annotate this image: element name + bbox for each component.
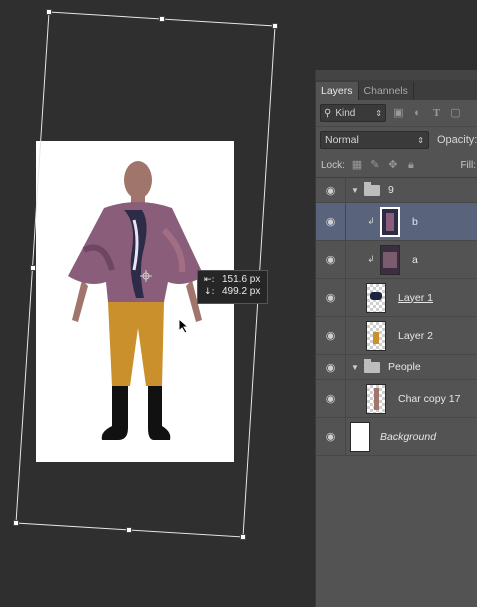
layer-background[interactable]: ◉ Background (316, 418, 477, 456)
layer-b[interactable]: ◉ ↲ b (316, 203, 477, 241)
clipping-mask-icon: ↲ (367, 216, 375, 226)
filter-type-layers-icon[interactable]: T (430, 107, 443, 120)
filter-shape-layers-icon[interactable]: ▢ (449, 107, 462, 120)
transform-handle-bottom-middle[interactable] (126, 527, 132, 533)
layer-name: Layer 1 (398, 291, 434, 304)
panel-tabs: Layers Channels (316, 80, 477, 100)
eye-icon[interactable]: ◉ (316, 178, 346, 202)
filter-kind-label: Kind (335, 107, 356, 119)
eye-icon[interactable]: ◉ (316, 279, 346, 316)
expand-arrow-icon[interactable]: ▼ (350, 363, 360, 372)
filter-kind-select[interactable]: ⚲ Kind ⇕ (320, 104, 386, 122)
layer-thumbnail (380, 206, 400, 237)
layer-thumbnail (366, 282, 386, 313)
transform-handle-top-left[interactable] (46, 9, 52, 15)
transform-size-tooltip: ⇤: 151.6 px ↓: 499.2 px (197, 270, 268, 304)
tab-layers[interactable]: Layers (316, 82, 359, 100)
layer-thumbnail (366, 320, 386, 351)
layers-list: ◉ ▼ 9 ◉ ↲ b ◉ ↲ a ◉ Layer 1 ◉ Layer 2 ◉ … (316, 178, 477, 456)
blend-mode-label: Normal (325, 134, 359, 146)
lock-transparent-pixels-icon[interactable]: ▦ (351, 159, 363, 171)
lock-image-pixels-icon[interactable]: ✎ (369, 159, 381, 171)
eye-icon[interactable]: ◉ (316, 317, 346, 354)
layer-name: People (388, 361, 421, 373)
layer-name: a (412, 253, 418, 266)
layer-filter-row: ⚲ Kind ⇕ ▣ ◐ T ▢ (316, 100, 477, 127)
transform-handle-bottom-right[interactable] (240, 534, 246, 540)
transform-handle-top-right[interactable] (272, 23, 278, 29)
height-arrow-icon: ↓: (204, 287, 215, 297)
eye-icon[interactable]: ◉ (316, 355, 346, 379)
layer-char-copy-17[interactable]: ◉ Char copy 17 (316, 380, 477, 418)
layer-group-people[interactable]: ◉ ▼ People (316, 355, 477, 380)
eye-icon[interactable]: ◉ (316, 241, 346, 278)
updown-arrows-icon: ⇕ (375, 108, 382, 118)
tooltip-height-value: 499.2 px (222, 286, 261, 297)
layer-a[interactable]: ◉ ↲ a (316, 241, 477, 279)
width-arrow-icon: ⇤: (204, 275, 215, 285)
eye-icon[interactable]: ◉ (316, 418, 346, 455)
character-figure[interactable] (64, 160, 214, 450)
lock-position-icon[interactable]: ✥ (387, 159, 399, 171)
tooltip-width-value: 151.6 px (222, 274, 261, 285)
layer-group-9[interactable]: ◉ ▼ 9 (316, 178, 477, 203)
layer-layer-1[interactable]: ◉ Layer 1 (316, 279, 477, 317)
panel-header-bar (316, 70, 477, 80)
layer-thumbnail (366, 383, 386, 414)
layer-name: Char copy 17 (398, 392, 461, 405)
layer-name: 9 (388, 184, 394, 196)
expand-arrow-icon[interactable]: ▼ (350, 186, 360, 195)
folder-icon (364, 181, 380, 196)
transform-handle-middle-left[interactable] (30, 265, 36, 271)
fill-label: Fill: (460, 159, 476, 171)
clipping-mask-icon: ↲ (367, 254, 375, 264)
tab-channels[interactable]: Channels (359, 82, 414, 100)
transform-handle-bottom-left[interactable] (13, 520, 19, 526)
filter-pixel-layers-icon[interactable]: ▣ (392, 107, 405, 120)
lock-all-icon[interactable]: 🔒︎ (405, 159, 417, 171)
layer-name: b (412, 215, 418, 228)
layers-panel: Layers Channels ⚲ Kind ⇕ ▣ ◐ T ▢ Normal … (315, 70, 477, 607)
layer-thumbnail (350, 421, 370, 452)
layer-name: Background (380, 430, 437, 443)
lock-row: Lock: ▦ ✎ ✥ 🔒︎ Fill: (316, 153, 477, 178)
blend-row: Normal ⇕ Opacity: (316, 127, 477, 153)
blend-mode-select[interactable]: Normal ⇕ (320, 131, 429, 149)
eye-icon[interactable]: ◉ (316, 203, 346, 240)
layer-name: Layer 2 (398, 329, 434, 342)
search-icon: ⚲ (324, 107, 332, 119)
folder-icon (364, 358, 380, 373)
transform-handle-top-middle[interactable] (159, 16, 165, 22)
filter-adjustment-layers-icon[interactable]: ◐ (411, 107, 424, 120)
lock-label: Lock: (321, 159, 345, 171)
mouse-pointer-icon (178, 318, 190, 334)
layer-thumbnail (380, 244, 400, 275)
updown-arrows-icon: ⇕ (417, 135, 424, 145)
layer-layer-2[interactable]: ◉ Layer 2 (316, 317, 477, 355)
eye-icon[interactable]: ◉ (316, 380, 346, 417)
opacity-label: Opacity: (437, 134, 477, 146)
